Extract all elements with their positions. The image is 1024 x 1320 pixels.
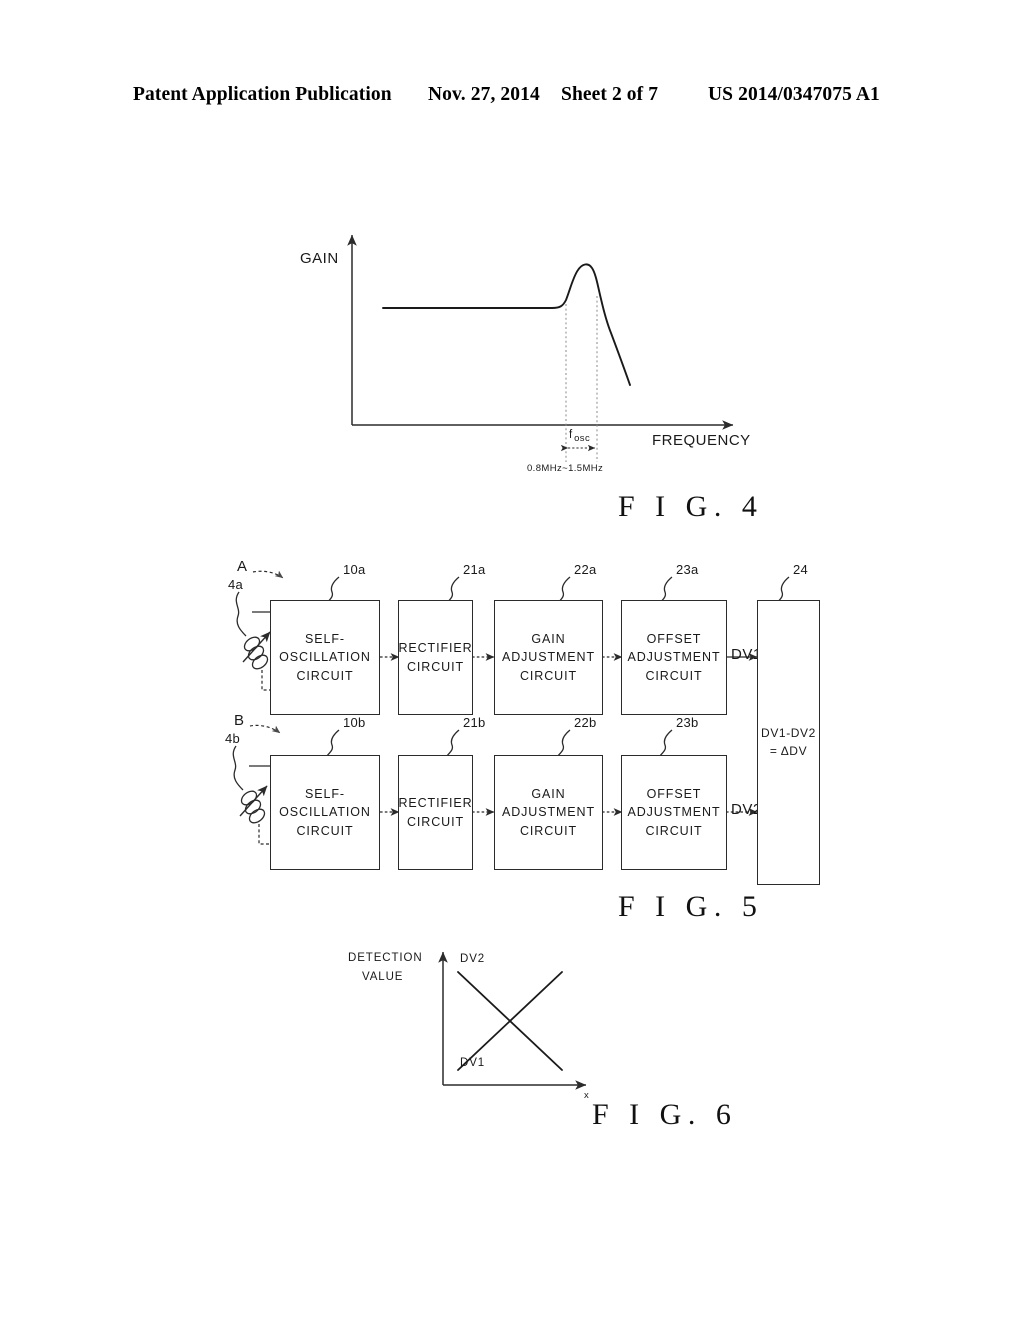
figure-6-y-axis-label-line1: DETECTION	[348, 952, 423, 964]
figure-5-ref-22b: 22b	[574, 715, 597, 730]
block-line: ADJUSTMENT	[627, 650, 721, 665]
figure-5-ref-23a: 23a	[676, 562, 699, 577]
figure-5-block-rectifier-circuit-b[interactable]: RECTIFIER CIRCUIT	[398, 755, 473, 870]
block-line: ADJUSTMENT	[501, 650, 596, 665]
block-line: OFFSET	[646, 787, 702, 802]
figure-6-caption: F I G. 6	[592, 1098, 738, 1131]
figure-5-sensor-b-label: B	[234, 712, 245, 729]
block-line: RECTIFIER	[398, 796, 473, 811]
header-sheet-label: Sheet 2 of 7	[561, 84, 659, 105]
block-line: DV1-DV2	[761, 726, 816, 741]
figure-5-ref-21a: 21a	[463, 562, 486, 577]
figure-5-caption: F I G. 5	[618, 890, 764, 923]
block-line: CIRCUIT	[520, 823, 577, 838]
block-line: CIRCUIT	[645, 823, 703, 838]
block-line: OFFSET	[646, 632, 702, 647]
block-line: GAIN	[531, 787, 566, 802]
figure-5-leader-sensor-b	[249, 724, 281, 734]
figure-4-y-axis-label: GAIN	[300, 250, 339, 267]
figure-4-fosc-subscript: osc	[574, 433, 591, 444]
figure-5-ref-24: 24	[793, 562, 809, 577]
figure-4-graph	[347, 234, 734, 462]
figure-5-sensor-a-ref: 4a	[228, 577, 244, 592]
figure-5-ref-21b: 21b	[463, 715, 486, 730]
block-line: CIRCUIT	[407, 659, 464, 674]
figure-6-series-dv1-label: DV1	[460, 1057, 486, 1069]
header-date-label: Nov. 27, 2014	[428, 84, 540, 105]
figure-5-ref-10a: 10a	[343, 562, 366, 577]
figure-6-x-axis-label: x	[584, 1090, 590, 1101]
block-line: CIRCUIT	[520, 668, 577, 683]
figure-4-fosc-base: f	[569, 429, 574, 441]
figure-5-block-subtractor[interactable]: DV1-DV2 = ΔDV	[757, 600, 820, 885]
header-patent-number: US 2014/0347075 A1	[708, 84, 880, 105]
figure-5-sensor-b-ref: 4b	[225, 731, 241, 746]
figure-5-leader-sensor-a	[252, 570, 284, 579]
figure-6-y-axis-label-line2: VALUE	[362, 971, 404, 983]
figure-5-block-offset-adjustment-circuit-b[interactable]: OFFSET ADJUSTMENT CIRCUIT	[621, 755, 727, 870]
figure-5-sensor-a-label: A	[237, 558, 248, 575]
figure-5-coil-lead-b	[232, 745, 244, 791]
figure-5: A 4a B 4b 10a 21a 22a 23a 24 10b 21b 22b…	[0, 550, 1024, 935]
block-line: CIRCUIT	[296, 668, 354, 683]
figure-5-coil-lead-a	[235, 591, 247, 637]
header-publication-label: Patent Application Publication	[133, 84, 392, 105]
block-line: SELF-	[305, 787, 345, 802]
figure-5-ref-10b: 10b	[343, 715, 366, 730]
figure-5-block-gain-adjustment-circuit-a[interactable]: GAIN ADJUSTMENT CIRCUIT	[494, 600, 603, 715]
block-line: OSCILLATION	[279, 650, 371, 665]
figure-4-caption: F I G. 4	[618, 490, 764, 523]
figure-4-fosc-label: fosc	[569, 425, 590, 444]
figure-6-graph	[438, 951, 587, 1090]
block-line: ADJUSTMENT	[627, 805, 721, 820]
figure-5-block-gain-adjustment-circuit-b[interactable]: GAIN ADJUSTMENT CIRCUIT	[494, 755, 603, 870]
figure-5-block-rectifier-circuit-a[interactable]: RECTIFIER CIRCUIT	[398, 600, 473, 715]
figure-6: DETECTION VALUE DV2 DV1 x F I G. 6	[0, 930, 1024, 1160]
block-line: CIRCUIT	[645, 668, 703, 683]
block-line: CIRCUIT	[296, 823, 354, 838]
figure-4: GAIN FREQUENCY fosc 0.8MHz~1.5MHz F I G.…	[0, 200, 1024, 545]
page-header: Patent Application Publication Nov. 27, …	[0, 84, 1024, 110]
figure-5-ref-23b: 23b	[676, 715, 699, 730]
block-line: RECTIFIER	[398, 641, 473, 656]
figure-5-block-self-oscillation-circuit-a[interactable]: SELF- OSCILLATION CIRCUIT	[270, 600, 380, 715]
figure-6-series-dv2-label: DV2	[460, 953, 486, 965]
figure-4-x-axis-label: FREQUENCY	[652, 432, 751, 449]
figure-5-ref-22a: 22a	[574, 562, 597, 577]
block-line: OSCILLATION	[279, 805, 371, 820]
figure-5-coil-b	[240, 790, 266, 824]
figure-5-block-offset-adjustment-circuit-a[interactable]: OFFSET ADJUSTMENT CIRCUIT	[621, 600, 727, 715]
figure-4-gain-curve	[382, 263, 631, 386]
figure-5-coil-a	[243, 636, 269, 670]
figure-5-block-self-oscillation-circuit-b[interactable]: SELF- OSCILLATION CIRCUIT	[270, 755, 380, 870]
figure-4-frequency-range-label: 0.8MHz~1.5MHz	[527, 463, 604, 474]
block-line: ADJUSTMENT	[501, 805, 596, 820]
block-line: SELF-	[305, 632, 345, 647]
block-line: GAIN	[531, 632, 566, 647]
block-line: = ΔDV	[769, 743, 808, 758]
block-line: CIRCUIT	[407, 814, 464, 829]
